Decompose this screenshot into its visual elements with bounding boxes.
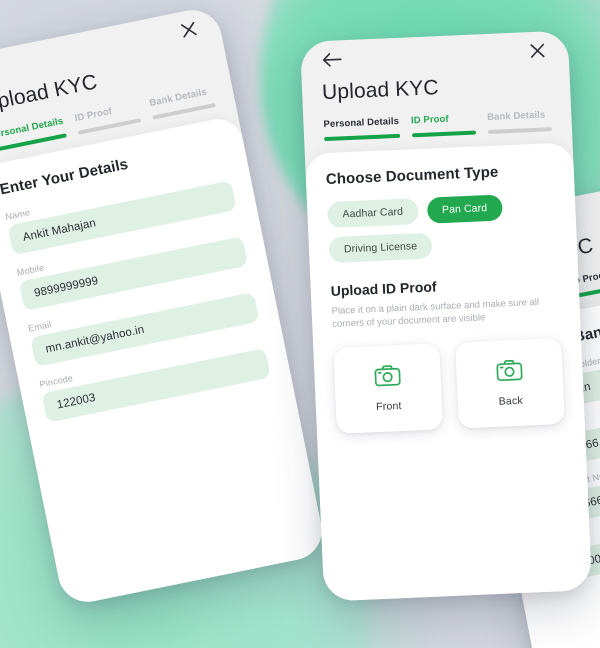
idproof-sheet: Choose Document Type Aadhar Card Pan Car… xyxy=(304,141,593,602)
upload-section-description: Place it on a plain dark surface and mak… xyxy=(331,296,540,331)
upload-card-front[interactable]: Front xyxy=(333,343,443,434)
phone-id-proof: Upload KYC Personal Details ID Proof Ban… xyxy=(299,30,593,602)
document-type-chips: Aadhar Card Pan Card Driving License xyxy=(326,192,557,263)
chip-driving-license[interactable]: Driving License xyxy=(328,232,433,263)
tab-id-proof[interactable]: ID Proof xyxy=(74,101,142,135)
sheet-title: Choose Document Type xyxy=(325,163,499,188)
tab-progress-bar xyxy=(324,133,400,141)
arrow-left-icon[interactable] xyxy=(320,48,343,71)
camera-icon xyxy=(496,359,523,387)
tab-label: Personal Details xyxy=(323,115,400,131)
upload-section-title: Upload ID Proof xyxy=(330,277,437,299)
upload-card-label: Back xyxy=(498,394,524,408)
tab-label: ID Proof xyxy=(410,113,449,127)
upload-card-label: Front xyxy=(375,400,402,414)
camera-icon xyxy=(374,364,401,392)
tab-label: Bank Details xyxy=(486,109,546,124)
upload-card-back[interactable]: Back xyxy=(455,338,565,429)
close-icon[interactable] xyxy=(526,39,549,62)
tab-id-proof[interactable]: ID Proof xyxy=(411,113,476,137)
tab-personal-details[interactable]: Personal Details xyxy=(0,116,67,152)
tab-personal-details[interactable]: Personal Details xyxy=(323,115,400,141)
mockup-stage: Upload KYC Personal Details ID Proof Ban… xyxy=(0,0,600,648)
tab-progress-bar xyxy=(411,130,476,137)
idproof-header: Upload KYC Personal Details ID Proof Ban… xyxy=(300,30,572,141)
close-icon[interactable] xyxy=(176,17,202,43)
progress-tabs: Personal Details ID Proof Bank Details xyxy=(323,109,553,141)
chip-pan-card[interactable]: Pan Card xyxy=(426,193,503,224)
tab-progress-bar xyxy=(487,127,553,134)
tab-bank-details[interactable]: Bank Details xyxy=(148,85,216,120)
chip-aadhar-card[interactable]: Aadhar Card xyxy=(326,197,419,228)
tab-bank-details[interactable]: Bank Details xyxy=(486,109,553,134)
upload-cards-row: Front Back xyxy=(333,338,565,434)
